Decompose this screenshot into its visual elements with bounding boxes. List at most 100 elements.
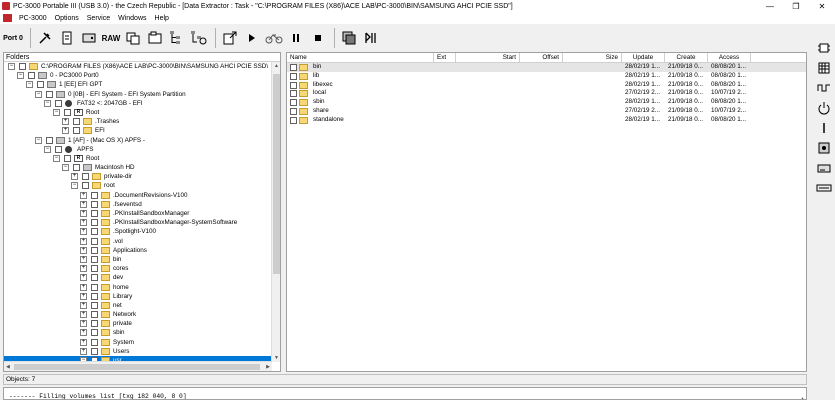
tools-button[interactable] [35, 28, 55, 48]
expand-icon[interactable]: + [80, 283, 87, 291]
tree-checkbox[interactable] [91, 200, 98, 208]
windows-button[interactable] [339, 28, 359, 48]
board-button[interactable] [815, 140, 833, 156]
menu-help[interactable]: Help [151, 15, 173, 22]
tree-row[interactable]: + net [4, 301, 272, 310]
tree-checkbox[interactable] [91, 237, 98, 245]
tree-row[interactable]: + sbin [4, 328, 272, 337]
tree-checkbox[interactable] [91, 311, 98, 319]
scroll-up-icon[interactable]: ▲ [274, 63, 279, 69]
tree-checkbox[interactable] [91, 274, 98, 282]
tree-row[interactable]: − R Root [4, 108, 272, 117]
tree-row[interactable]: + .fseventsd [4, 200, 272, 209]
column-offset[interactable]: Offset [520, 53, 563, 62]
tree-checkbox[interactable] [55, 145, 62, 153]
bike-button[interactable] [264, 28, 284, 48]
tree-row[interactable]: + private [4, 319, 272, 328]
minimize-button[interactable]: — [757, 0, 783, 12]
tree-row[interactable]: − 0 - PC3000 Port0 [4, 71, 272, 80]
expand-icon[interactable]: + [80, 191, 87, 199]
tree-row[interactable]: − root [4, 181, 272, 190]
expand-icon[interactable]: + [80, 228, 87, 236]
chip-button[interactable] [815, 40, 833, 56]
tree-checkbox[interactable] [91, 347, 98, 355]
tree-row[interactable]: − 1 [EE] EFI GPT [4, 80, 272, 89]
expand-icon[interactable]: + [80, 255, 87, 263]
tree-row[interactable]: − 1 [AF] - (Mac OS X) APFS - [4, 136, 272, 145]
scroll-left-icon[interactable]: ◀ [6, 364, 10, 370]
expand-icon[interactable]: + [80, 338, 87, 346]
expand-icon[interactable]: + [80, 246, 87, 254]
file-row[interactable]: bin 28/02/19 1... 21/09/18 0... 08/08/20 1.… [287, 63, 806, 72]
tree-checkbox[interactable] [73, 118, 80, 126]
grid-button[interactable] [815, 60, 833, 76]
expand-icon[interactable]: + [80, 274, 87, 282]
compare-button[interactable] [123, 28, 143, 48]
expand-icon[interactable]: + [80, 210, 87, 217]
tree-row[interactable]: − Macintosh HD [4, 163, 272, 172]
expand-icon[interactable]: + [80, 265, 87, 273]
tree-checkbox[interactable] [82, 173, 89, 181]
tree-row[interactable]: + Network [4, 310, 272, 319]
tree-checkbox[interactable] [64, 108, 71, 116]
menu-pc3000[interactable]: PC-3000 [15, 15, 51, 22]
tree-checkbox[interactable] [82, 182, 89, 190]
collapse-icon[interactable]: − [44, 145, 51, 153]
tree-row[interactable]: + bin [4, 255, 272, 264]
tree-row[interactable]: − APFS [4, 145, 272, 154]
expand-icon[interactable]: + [62, 118, 69, 126]
collapse-icon[interactable]: − [8, 63, 15, 70]
expand-icon[interactable]: + [80, 301, 87, 309]
collapse-icon[interactable]: − [26, 81, 33, 89]
folders-horizontal-scroll-thumb[interactable] [14, 364, 260, 370]
expand-icon[interactable]: + [80, 329, 87, 337]
tree-row[interactable]: − 0 [0B] - EFI System - EFI System Partit… [4, 90, 272, 99]
tree-row[interactable]: + private-dir [4, 172, 272, 181]
tree-checkbox[interactable] [91, 320, 98, 328]
tree-checkbox[interactable] [91, 292, 98, 300]
tree-checkbox[interactable] [37, 81, 44, 89]
tree-row[interactable]: + .DocumentRevisions-V100 [4, 191, 272, 200]
file-row[interactable]: sbin 28/02/19 1... 21/09/18 0... 08/08/20 1… [287, 98, 806, 107]
file-checkbox[interactable] [290, 64, 297, 71]
tree-checkbox[interactable] [91, 338, 98, 346]
folders-horizontal-scrollbar[interactable]: ◀ ▶ [4, 361, 272, 371]
tree-row[interactable]: + .PKInstallSandboxManager [4, 209, 272, 218]
folders-vertical-scrollbar[interactable]: ▲ ▼ [271, 62, 280, 362]
tree-checkbox[interactable] [91, 283, 98, 291]
close-button[interactable]: ✕ [809, 0, 835, 12]
maximize-button[interactable]: ❐ [783, 0, 809, 12]
tree-checkbox[interactable] [91, 219, 98, 227]
tree-checkbox[interactable] [91, 329, 98, 337]
column-update[interactable]: Update [622, 53, 665, 62]
tree-row[interactable]: + System [4, 338, 272, 347]
collapse-icon[interactable]: − [44, 99, 51, 107]
file-checkbox[interactable] [290, 72, 297, 80]
file-row[interactable]: libexec 28/02/19 1... 21/09/18 0... 08/08/2… [287, 81, 806, 90]
expand-icon[interactable]: + [80, 320, 87, 328]
tree-row[interactable]: + Library [4, 292, 272, 301]
tree-checkbox[interactable] [91, 210, 98, 217]
tree-checkbox[interactable] [91, 246, 98, 254]
expand-icon[interactable]: + [80, 219, 87, 227]
document-button[interactable] [57, 28, 77, 48]
tree-row[interactable]: + dev [4, 273, 272, 282]
tree-checkbox[interactable] [64, 154, 71, 162]
column-size[interactable]: Size [563, 53, 622, 62]
signal-button[interactable] [361, 28, 381, 48]
expand-icon[interactable]: + [62, 127, 69, 135]
tree-checkbox[interactable] [91, 191, 98, 199]
file-checkbox[interactable] [290, 90, 297, 98]
menu-service[interactable]: Service [83, 15, 114, 22]
app-menu-icon[interactable] [3, 14, 12, 22]
tree-checkbox[interactable] [91, 228, 98, 236]
port-button[interactable]: Port 0 [2, 28, 24, 48]
file-checkbox[interactable] [290, 107, 297, 115]
scroll-right-icon[interactable]: ▶ [266, 364, 270, 370]
power-button[interactable] [815, 100, 833, 116]
tree-checkbox[interactable] [46, 136, 53, 144]
tree-row[interactable]: − C:\PROGRAM FILES (X86)\ACE LAB\PC-3000\… [4, 62, 272, 71]
expand-icon[interactable]: + [71, 173, 78, 181]
export-button[interactable] [220, 28, 240, 48]
disk-button[interactable] [79, 28, 99, 48]
